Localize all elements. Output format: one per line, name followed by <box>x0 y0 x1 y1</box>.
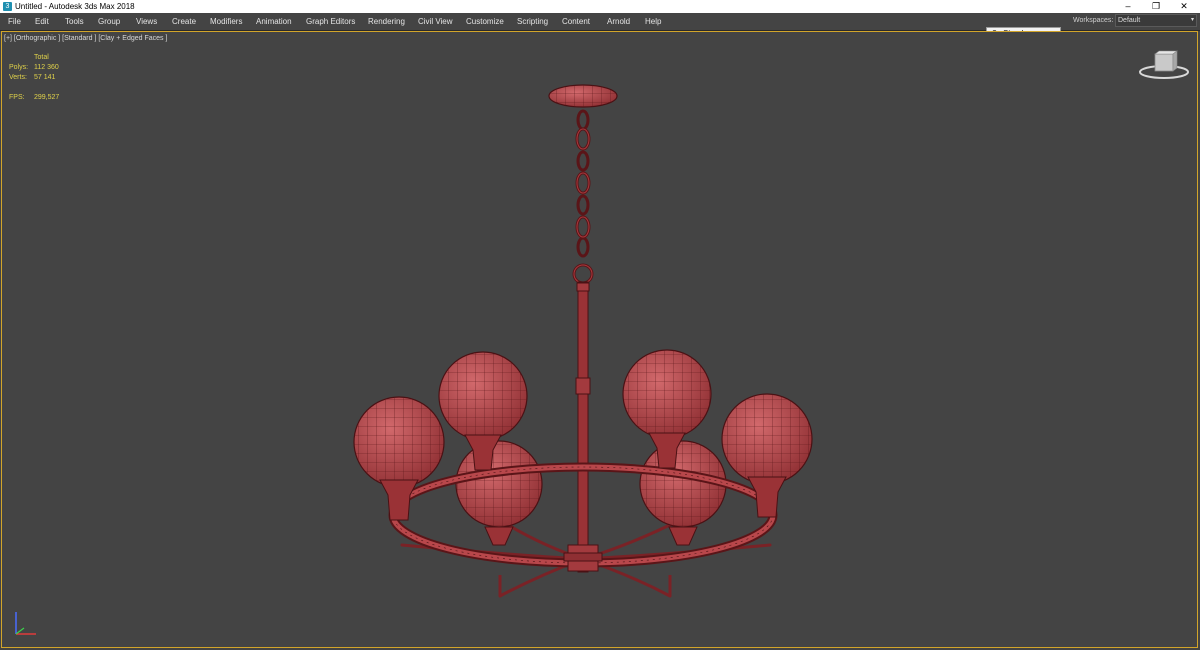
title-bar: 3 Untitled - Autodesk 3ds Max 2018 – ❐ ✕ <box>0 0 1200 13</box>
minimize-button[interactable]: – <box>1114 0 1142 13</box>
fps-label: FPS: <box>9 94 25 101</box>
menu-help[interactable]: Help <box>645 13 661 30</box>
chevron-down-icon: ▾ <box>1190 17 1194 23</box>
menu-file[interactable]: File <box>8 13 21 30</box>
window-title: Untitled - Autodesk 3ds Max 2018 <box>15 2 135 11</box>
menu-graph-editors[interactable]: Graph Editors <box>306 13 355 30</box>
menu-bar: File Edit Tools Group Views Create Modif… <box>0 13 1200 40</box>
polys-value: 112 360 <box>34 64 59 71</box>
menu-create[interactable]: Create <box>172 13 196 30</box>
restore-button[interactable]: ❐ <box>1142 0 1170 13</box>
menu-customize[interactable]: Customize <box>466 13 504 30</box>
menu-group[interactable]: Group <box>98 13 120 30</box>
viewport-label[interactable]: [+] [Orthographic ] [Standard ] [Clay + … <box>4 34 167 43</box>
menu-civil-view[interactable]: Civil View <box>418 13 453 30</box>
chandelier-model[interactable] <box>340 75 830 610</box>
menu-tools[interactable]: Tools <box>65 13 84 30</box>
verts-label: Verts: <box>9 74 27 81</box>
workspaces-selected: Default <box>1118 17 1141 24</box>
menu-content[interactable]: Content <box>562 13 590 30</box>
polys-label: Polys: <box>9 64 29 71</box>
workspaces-label: Workspaces: <box>1073 17 1114 24</box>
menu-scripting[interactable]: Scripting <box>517 13 548 30</box>
app-icon: 3 <box>3 2 12 11</box>
menu-modifiers[interactable]: Modifiers <box>210 13 242 30</box>
menu-rendering[interactable]: Rendering <box>368 13 405 30</box>
fps-value: 299,527 <box>34 94 60 101</box>
view-cube-icon[interactable] <box>1138 50 1190 82</box>
close-button[interactable]: ✕ <box>1170 0 1198 13</box>
menu-views[interactable]: Views <box>136 13 157 30</box>
menu-edit[interactable]: Edit <box>35 13 49 30</box>
stats-header: Total <box>34 54 49 61</box>
verts-value: 57 141 <box>34 74 56 81</box>
menu-animation[interactable]: Animation <box>256 13 292 30</box>
axis-tripod-icon <box>15 612 36 635</box>
workspaces-dropdown[interactable]: Default ▾ <box>1115 14 1197 27</box>
menu-arnold[interactable]: Arnold <box>607 13 630 30</box>
